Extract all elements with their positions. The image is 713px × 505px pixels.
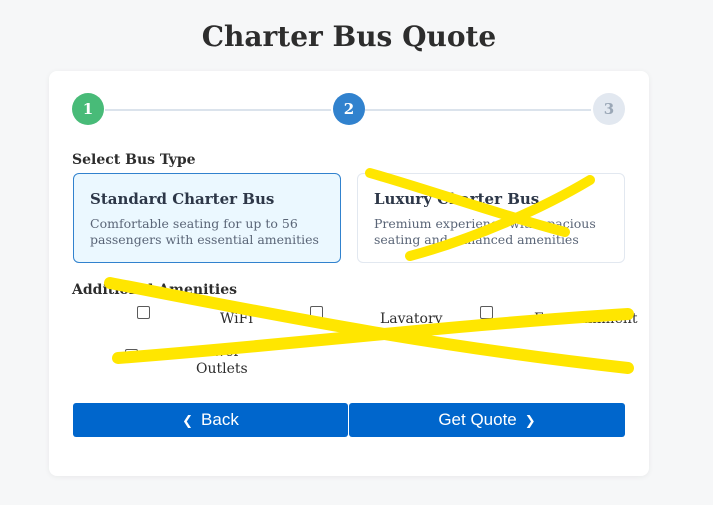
page-title: Charter Bus Quote xyxy=(201,20,497,53)
back-button[interactable]: ❮ Back xyxy=(73,403,348,437)
back-button-label: Back xyxy=(201,410,239,429)
option-title: Luxury Charter Bus xyxy=(374,190,540,208)
get-quote-button-label: Get Quote xyxy=(438,410,517,429)
wifi-label: WiFi xyxy=(220,311,253,327)
power-outlets-checkbox[interactable] xyxy=(125,349,138,362)
step-2-active: 2 xyxy=(333,93,365,125)
luxury-bus-option[interactable]: Luxury Charter Bus Premium experience wi… xyxy=(357,173,625,263)
lavatory-checkbox[interactable] xyxy=(310,306,323,319)
stepper-connector xyxy=(365,109,591,111)
option-description: Comfortable seating for up to 56 passeng… xyxy=(90,216,319,247)
chevron-left-icon: ❮ xyxy=(182,413,194,428)
stepper-connector xyxy=(105,109,331,111)
bus-type-label: Select Bus Type xyxy=(72,152,196,168)
lavatory-label: Lavatory xyxy=(380,311,443,327)
step-3-pending: 3 xyxy=(593,93,625,125)
wifi-checkbox[interactable] xyxy=(137,306,150,319)
entertainment-checkbox[interactable] xyxy=(480,306,493,319)
standard-bus-option[interactable]: Standard Charter Bus Comfortable seating… xyxy=(73,173,341,263)
chevron-right-icon: ❯ xyxy=(524,413,536,428)
step-1-complete: 1 xyxy=(72,93,104,125)
get-quote-button[interactable]: Get Quote ❯ xyxy=(349,403,625,437)
amenities-label: Additional Amenities xyxy=(72,282,237,298)
quote-form-card: 1 2 3 Select Bus Type Standard Charter B… xyxy=(49,71,649,476)
option-description: Premium experience with spacious seating… xyxy=(374,216,596,247)
option-title: Standard Charter Bus xyxy=(90,190,275,208)
entertainment-label: Entertainment xyxy=(534,311,638,327)
power-outlets-label: Power Outlets xyxy=(196,344,248,377)
